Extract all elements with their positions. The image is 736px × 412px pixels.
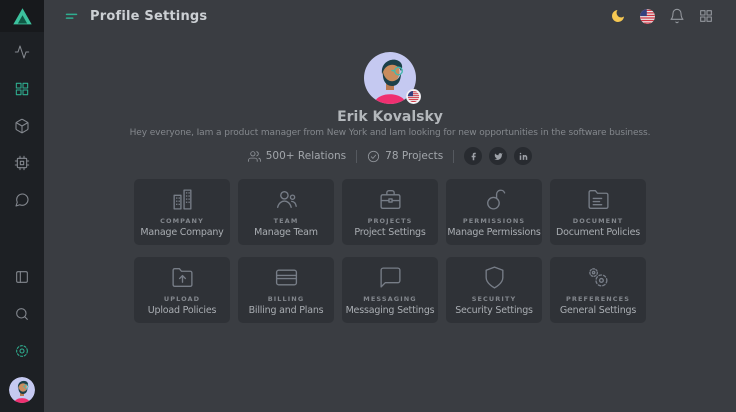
settings-card[interactable]: BILLING Billing and Plans	[238, 257, 334, 323]
bell-icon[interactable]	[669, 8, 685, 24]
sidebar-bottom-nav	[14, 269, 30, 359]
app-root: Profile Settings Erik Kovalsky Hey every…	[0, 0, 736, 412]
header-actions	[610, 8, 714, 25]
header: Profile Settings	[44, 0, 736, 32]
apps-icon[interactable]	[698, 8, 714, 24]
briefcase-icon	[378, 187, 403, 212]
settings-card[interactable]: SECURITY Security Settings	[446, 257, 542, 323]
menu-toggle-icon[interactable]	[64, 9, 79, 24]
divider	[453, 150, 454, 163]
card-label: Security Settings	[455, 305, 533, 316]
app-logo[interactable]	[0, 0, 44, 32]
box-icon[interactable]	[14, 118, 30, 134]
company-icon	[170, 187, 195, 212]
unlock-icon	[482, 187, 507, 212]
card-category: COMPANY	[160, 217, 204, 225]
card-category: TEAM	[274, 217, 299, 225]
card-category: DOCUMENT	[573, 217, 624, 225]
main-area: Profile Settings Erik Kovalsky Hey every…	[44, 0, 736, 412]
folder-doc-icon	[586, 187, 611, 212]
settings-card[interactable]: PREFERENCES General Settings	[550, 257, 646, 323]
settings-card[interactable]: COMPANY Manage Company	[134, 179, 230, 245]
card-label: Billing and Plans	[249, 305, 324, 316]
card-label: Upload Policies	[148, 305, 216, 316]
cpu-icon[interactable]	[14, 155, 30, 171]
credit-card-icon	[274, 265, 299, 290]
settings-card[interactable]: PERMISSIONS Manage Permissions	[446, 179, 542, 245]
search-icon[interactable]	[14, 306, 30, 322]
card-label: Project Settings	[354, 227, 425, 238]
profile-stat: 78 Projects	[367, 150, 443, 163]
flag-us-icon[interactable]	[639, 8, 656, 25]
sidebar-user-avatar[interactable]	[9, 377, 35, 403]
activity-icon[interactable]	[14, 44, 30, 60]
page-title: Profile Settings	[90, 9, 207, 24]
card-category: MESSAGING	[363, 295, 416, 303]
twitter-icon[interactable]	[489, 147, 507, 165]
settings-card[interactable]: UPLOAD Upload Policies	[134, 257, 230, 323]
moon-icon[interactable]	[610, 8, 626, 24]
profile-stats: 500+ Relations 78 Projects	[248, 147, 533, 165]
chat-icon[interactable]	[14, 192, 30, 208]
card-category: BILLING	[268, 295, 305, 303]
card-category: SECURITY	[472, 295, 517, 303]
card-category: PROJECTS	[368, 217, 413, 225]
card-label: Document Policies	[556, 227, 640, 238]
stat-label: 500+ Relations	[266, 150, 346, 162]
card-label: Manage Company	[140, 227, 223, 238]
panel-icon[interactable]	[14, 269, 30, 285]
gear-icon[interactable]	[14, 343, 30, 359]
sidebar	[0, 0, 44, 412]
card-category: UPLOAD	[164, 295, 200, 303]
country-flag-badge	[406, 89, 421, 104]
dashboard-icon[interactable]	[14, 81, 30, 97]
message-square-icon	[378, 265, 403, 290]
settings-cards-grid: COMPANY Manage Company TEAM Manage Team …	[134, 179, 646, 323]
divider	[356, 150, 357, 163]
profile-avatar	[364, 52, 416, 104]
content: Erik Kovalsky Hey everyone, Iam a produc…	[44, 32, 736, 412]
settings-card[interactable]: PROJECTS Project Settings	[342, 179, 438, 245]
card-label: Messaging Settings	[346, 305, 435, 316]
settings-card[interactable]: TEAM Manage Team	[238, 179, 334, 245]
folder-up-icon	[170, 265, 195, 290]
profile-name: Erik Kovalsky	[337, 109, 443, 125]
linkedin-icon[interactable]	[514, 147, 532, 165]
card-category: PERMISSIONS	[463, 217, 525, 225]
gears-icon	[586, 265, 611, 290]
triangle-logo-icon	[12, 6, 33, 27]
stat-label: 78 Projects	[385, 150, 443, 162]
users-icon	[248, 150, 261, 163]
team-icon	[274, 187, 299, 212]
shield-icon	[482, 265, 507, 290]
sidebar-top-nav	[14, 44, 30, 208]
profile-section: Erik Kovalsky Hey everyone, Iam a produc…	[130, 52, 651, 165]
card-label: General Settings	[560, 305, 636, 316]
profile-bio: Hey everyone, Iam a product manager from…	[130, 128, 651, 138]
settings-card[interactable]: DOCUMENT Document Policies	[550, 179, 646, 245]
card-label: Manage Team	[254, 227, 318, 238]
card-label: Manage Permissions	[447, 227, 540, 238]
facebook-icon[interactable]	[464, 147, 482, 165]
settings-card[interactable]: MESSAGING Messaging Settings	[342, 257, 438, 323]
social-links	[464, 147, 532, 165]
check-circle-icon	[367, 150, 380, 163]
profile-stat: 500+ Relations	[248, 150, 346, 163]
card-category: PREFERENCES	[566, 295, 630, 303]
